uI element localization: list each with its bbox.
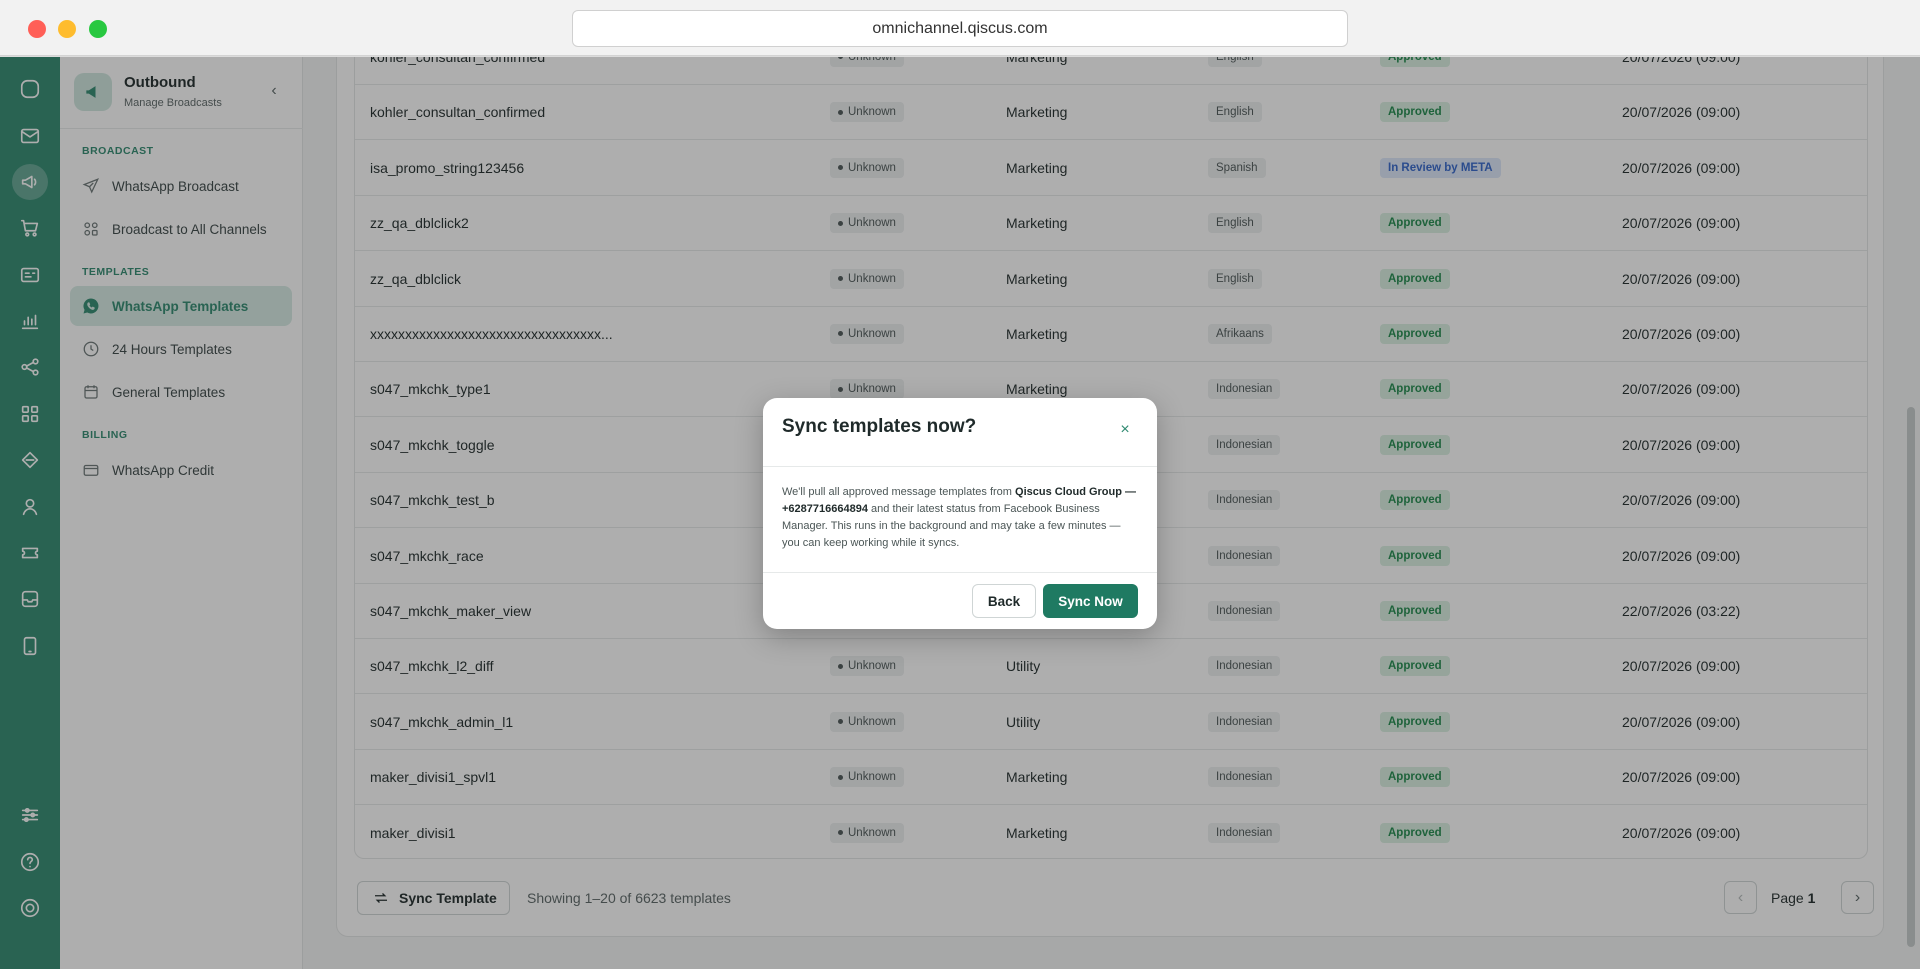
browser-chrome: omnichannel.qiscus.com (0, 0, 1920, 56)
dialog-body: We'll pull all approved message template… (782, 484, 1140, 552)
maximize-window-button[interactable] (89, 20, 107, 38)
dialog-title: Sync templates now? (782, 416, 977, 437)
minimize-window-button[interactable] (58, 20, 76, 38)
divider (763, 466, 1157, 467)
sync-now-button[interactable]: Sync Now (1043, 584, 1138, 618)
divider (763, 572, 1157, 573)
back-button[interactable]: Back (972, 584, 1036, 618)
sync-templates-dialog: Sync templates now? × We'll pull all app… (763, 398, 1157, 629)
close-icon[interactable]: × (1115, 420, 1135, 440)
address-bar[interactable]: omnichannel.qiscus.com (572, 10, 1348, 47)
close-window-button[interactable] (28, 20, 46, 38)
body-prefix: We'll pull all approved message template… (782, 486, 1012, 498)
